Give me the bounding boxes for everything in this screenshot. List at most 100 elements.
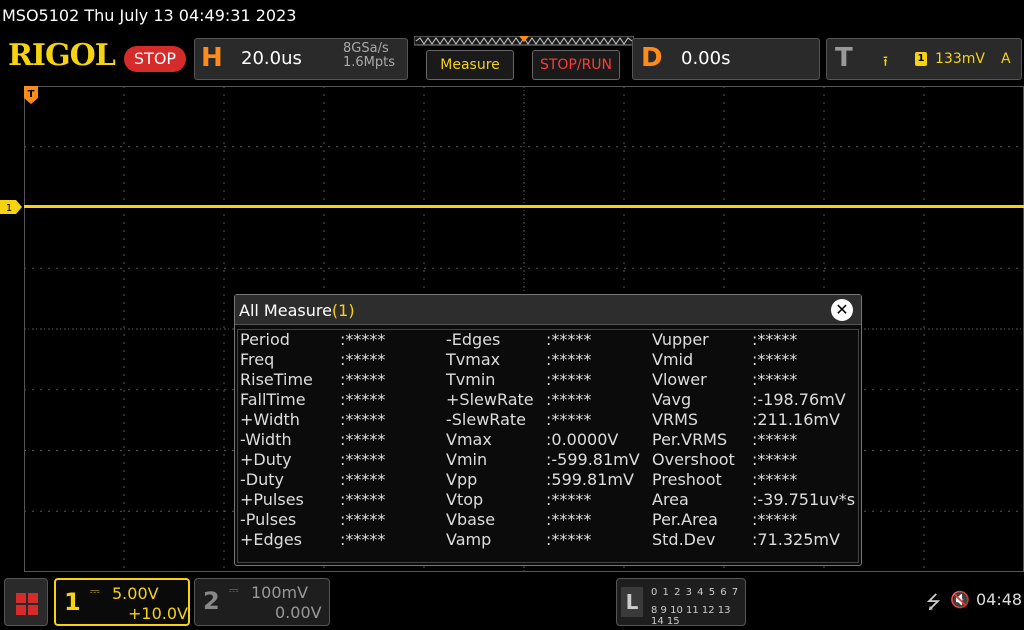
measure-name: Vlower bbox=[652, 370, 707, 389]
dc-coupling-icon: ⎓ bbox=[229, 583, 239, 597]
all-measure-panel: All Measure(1) ✕ Period :***** -Edges :****… bbox=[234, 294, 862, 566]
main-menu-button[interactable] bbox=[4, 578, 48, 626]
measure-value: :***** bbox=[340, 450, 386, 469]
ch2-number: 2 bbox=[203, 587, 220, 615]
measure-name: VRMS bbox=[652, 410, 699, 429]
device-title: MSO5102 Thu July 13 04:49:31 2023 bbox=[2, 6, 297, 25]
measure-name: Area bbox=[652, 490, 689, 509]
measure-name: Vbase bbox=[446, 510, 496, 529]
measure-value: :71.325mV bbox=[752, 530, 840, 549]
measure-name: Per.Area bbox=[652, 510, 718, 529]
measure-table: Period:***** -Edges:***** Vupper:***** Freq… bbox=[237, 329, 859, 563]
measure-name: Overshoot bbox=[652, 450, 735, 469]
ch1-offset: +10.0V bbox=[128, 604, 188, 623]
trigger-level: 133mV bbox=[935, 51, 985, 67]
measure-name: Vmid bbox=[652, 350, 694, 369]
measure-name: -Duty bbox=[240, 470, 284, 489]
measure-name: Std.Dev bbox=[652, 530, 716, 549]
measure-name: Period bbox=[240, 330, 290, 349]
measure-name: +Duty bbox=[240, 450, 292, 469]
measure-value: :-39.751uv*s bbox=[752, 490, 856, 509]
clock: 04:48 bbox=[976, 590, 1023, 609]
usb-icon: ⭍ bbox=[926, 592, 941, 613]
measure-button[interactable]: Measure bbox=[426, 50, 514, 80]
measure-name: Tvmax bbox=[446, 350, 501, 369]
measure-value: :***** bbox=[340, 350, 386, 369]
rigol-logo: RIGOL bbox=[8, 38, 116, 73]
trigger-box[interactable]: T ⭱ 1 133mV A bbox=[826, 38, 1022, 80]
memory-depth: 1.6Mpts bbox=[343, 55, 396, 70]
measure-panel-header: All Measure(1) ✕ bbox=[235, 295, 861, 325]
measure-value: :***** bbox=[546, 390, 592, 409]
measure-value: :***** bbox=[546, 370, 592, 389]
horizontal-box[interactable]: H 20.0us 8GSa/s 1.6Mpts bbox=[194, 38, 408, 80]
measure-value: :***** bbox=[546, 510, 592, 529]
measure-name: +Edges bbox=[240, 530, 303, 549]
measure-name: Vavg bbox=[652, 390, 692, 409]
measure-name: Vpp bbox=[446, 470, 478, 489]
measure-value: :***** bbox=[340, 410, 386, 429]
trigger-mode: A bbox=[1001, 51, 1011, 67]
measure-name: Vmax bbox=[446, 430, 492, 449]
measure-value: :-198.76mV bbox=[752, 390, 846, 409]
measure-name: Per.VRMS bbox=[652, 430, 728, 449]
acquisition-info: 8GSa/s 1.6Mpts bbox=[343, 42, 395, 70]
channel-1-box[interactable]: 1 ⎓ 5.00V +10.0V bbox=[54, 578, 190, 626]
measure-value: :***** bbox=[340, 370, 386, 389]
close-icon[interactable]: ✕ bbox=[831, 299, 853, 321]
measure-name: -SlewRate bbox=[446, 410, 526, 429]
measure-value: :599.81mV bbox=[546, 470, 634, 489]
measure-value: :***** bbox=[546, 350, 592, 369]
measure-value: :0.0000V bbox=[546, 430, 619, 449]
measure-value: :***** bbox=[752, 370, 798, 389]
measure-value: :-599.81mV bbox=[546, 450, 640, 469]
logic-channels-box[interactable]: L 0 1 2 3 4 5 6 7 8 9 10 11 12 13 14 15 bbox=[616, 578, 746, 627]
delay-box[interactable]: D 0.00s bbox=[632, 38, 820, 80]
measure-value: :***** bbox=[340, 490, 386, 509]
bottom-bar: 1 ⎓ 5.00V +10.0V 2 ⎓ 100mV 0.00V L 0 1 2… bbox=[0, 574, 1024, 630]
sample-rate: 8GSa/s bbox=[343, 41, 389, 56]
ch1-offset-marker[interactable]: 1 bbox=[0, 200, 24, 214]
measure-name: +SlewRate bbox=[446, 390, 534, 409]
channel-2-box[interactable]: 2 ⎓ 100mV 0.00V bbox=[194, 578, 330, 626]
measure-value: :***** bbox=[340, 510, 386, 529]
ch2-offset: 0.00V bbox=[275, 603, 322, 622]
measure-value: :***** bbox=[546, 330, 592, 349]
measure-channel: (1) bbox=[331, 301, 355, 320]
measure-name: Tvmin bbox=[446, 370, 496, 389]
measure-name: Vamp bbox=[446, 530, 492, 549]
menu-grid-icon bbox=[16, 593, 38, 615]
measure-value: :***** bbox=[546, 490, 592, 509]
measure-name: -Pulses bbox=[240, 510, 297, 529]
ch1-trace bbox=[24, 205, 1024, 208]
ch1-marker-label: 1 bbox=[6, 203, 12, 214]
measure-value: :***** bbox=[546, 410, 592, 429]
measure-name: -Edges bbox=[446, 330, 501, 349]
measure-value: :***** bbox=[752, 450, 798, 469]
trigger-position-icon[interactable]: T bbox=[24, 86, 38, 104]
measure-name: Vmin bbox=[446, 450, 488, 469]
svg-text:T: T bbox=[28, 89, 35, 100]
trigger-source: 1 bbox=[915, 52, 927, 66]
measure-value: :***** bbox=[752, 350, 798, 369]
measure-value: :***** bbox=[546, 530, 592, 549]
measure-value: :***** bbox=[752, 430, 798, 449]
rising-edge-icon: ⭱ bbox=[883, 54, 888, 70]
mute-icon[interactable]: 🔇 bbox=[950, 590, 970, 609]
stop-run-button[interactable]: STOP/RUN bbox=[532, 50, 620, 80]
measure-value: :***** bbox=[752, 330, 798, 349]
delay-value: 0.00s bbox=[681, 48, 731, 69]
run-state-badge[interactable]: STOP bbox=[124, 46, 186, 72]
ch1-scale: 5.00V bbox=[112, 584, 159, 603]
horizontal-letter: H bbox=[201, 43, 223, 73]
measure-name: FallTime bbox=[240, 390, 306, 409]
measure-name: Preshoot bbox=[652, 470, 722, 489]
delay-letter: D bbox=[641, 43, 663, 73]
measure-title-text: All Measure bbox=[239, 301, 332, 320]
title-bar: MSO5102 Thu July 13 04:49:31 2023 bbox=[0, 0, 1024, 34]
measure-name: -Width bbox=[240, 430, 292, 449]
measure-panel-title: All Measure(1) bbox=[239, 301, 355, 320]
timebase-value: 20.0us bbox=[241, 48, 302, 69]
measure-value: :***** bbox=[340, 330, 386, 349]
top-bar: RIGOL STOP H 20.0us 8GSa/s 1.6Mpts Measu… bbox=[0, 36, 1024, 82]
